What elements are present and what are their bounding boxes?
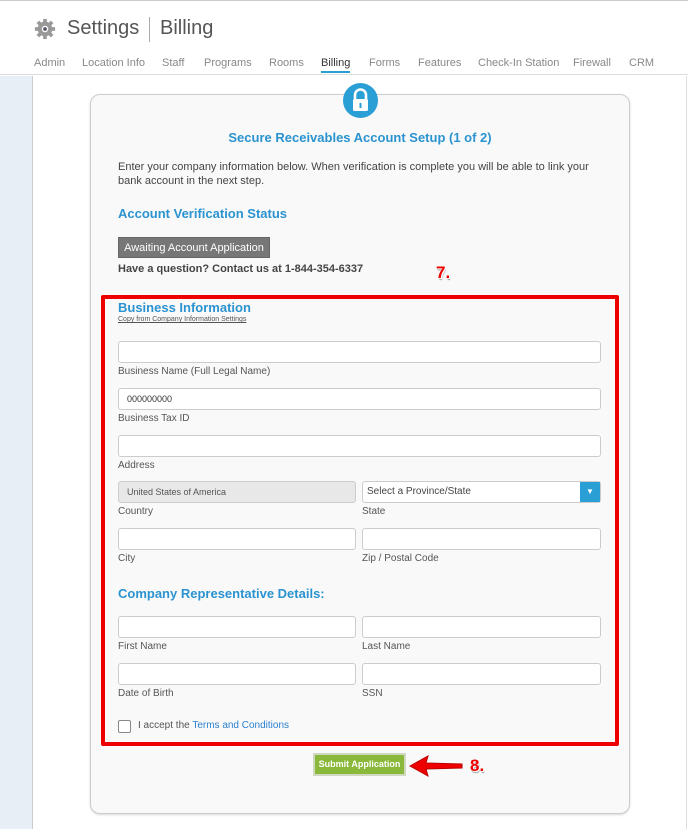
address-label: Address [118, 460, 155, 471]
sidebar [0, 76, 33, 829]
tab-rooms[interactable]: Rooms [269, 57, 304, 69]
contact-text: Have a question? Contact us at 1-844-354… [118, 263, 364, 275]
page-title: Settings [67, 17, 140, 39]
tab-billing[interactable]: Billing [321, 57, 351, 73]
gear-icon [34, 18, 56, 40]
chevron-down-icon[interactable]: ▼ [580, 482, 600, 502]
ssn-input[interactable] [362, 663, 601, 685]
tab-check-in-station[interactable]: Check-In Station [478, 57, 559, 69]
submit-application-button[interactable]: Submit Application [313, 753, 406, 776]
account-status-button[interactable]: Awaiting Account Application [118, 237, 270, 258]
city-label: City [118, 553, 136, 564]
content-border [686, 76, 687, 829]
tab-admin[interactable]: Admin [34, 57, 65, 69]
dob-label: Date of Birth [118, 688, 174, 699]
arrow-left-icon [408, 754, 463, 778]
card-title: Secure Receivables Account Setup (1 of 2… [228, 130, 492, 145]
business-name-label: Business Name (Full Legal Name) [118, 366, 271, 377]
first-name-label: First Name [118, 641, 167, 652]
ssn-label: SSN [362, 688, 383, 699]
intro-text: Enter your company information below. Wh… [118, 161, 589, 187]
copy-company-info-link[interactable]: Copy from Company Information Settings [118, 316, 246, 323]
terms-label: I accept the Terms and Conditions [138, 720, 289, 731]
tab-crm[interactable]: CRM [629, 57, 654, 69]
business-name-input[interactable] [118, 341, 601, 363]
business-tax-id-label: Business Tax ID [118, 413, 190, 424]
country-input[interactable]: United States of America [118, 481, 356, 503]
representative-heading: Company Representative Details: [118, 586, 325, 601]
state-select[interactable]: Select a Province/State ▼ [362, 481, 601, 503]
verification-heading: Account Verification Status [118, 206, 288, 221]
title-divider [149, 17, 150, 42]
last-name-input[interactable] [362, 616, 601, 638]
zip-label: Zip / Postal Code [362, 553, 439, 564]
state-label: State [362, 506, 386, 517]
tab-programs[interactable]: Programs [204, 57, 252, 69]
step-7-annotation: 7. [436, 263, 451, 282]
state-select-value: Select a Province/State [367, 486, 471, 497]
page-section: Billing [160, 17, 214, 39]
terms-checkbox[interactable] [118, 720, 131, 733]
tab-firewall[interactable]: Firewall [573, 57, 611, 69]
first-name-input[interactable] [118, 616, 356, 638]
tab-forms[interactable]: Forms [369, 57, 400, 69]
business-tax-id-input[interactable]: 000000000 [118, 388, 601, 410]
address-input[interactable] [118, 435, 601, 457]
tab-location-info[interactable]: Location Info [82, 57, 145, 69]
tab-staff[interactable]: Staff [162, 57, 184, 69]
tab-features[interactable]: Features [418, 57, 461, 69]
country-label: Country [118, 506, 154, 517]
lock-icon [343, 83, 378, 118]
terms-link[interactable]: Terms and Conditions [192, 720, 289, 731]
last-name-label: Last Name [362, 641, 411, 652]
business-info-heading: Business Information [118, 300, 251, 315]
step-8-annotation: 8. [470, 756, 485, 775]
terms-prefix: I accept the [138, 720, 190, 731]
dob-input[interactable] [118, 663, 356, 685]
zip-input[interactable] [362, 528, 601, 550]
city-input[interactable] [118, 528, 356, 550]
